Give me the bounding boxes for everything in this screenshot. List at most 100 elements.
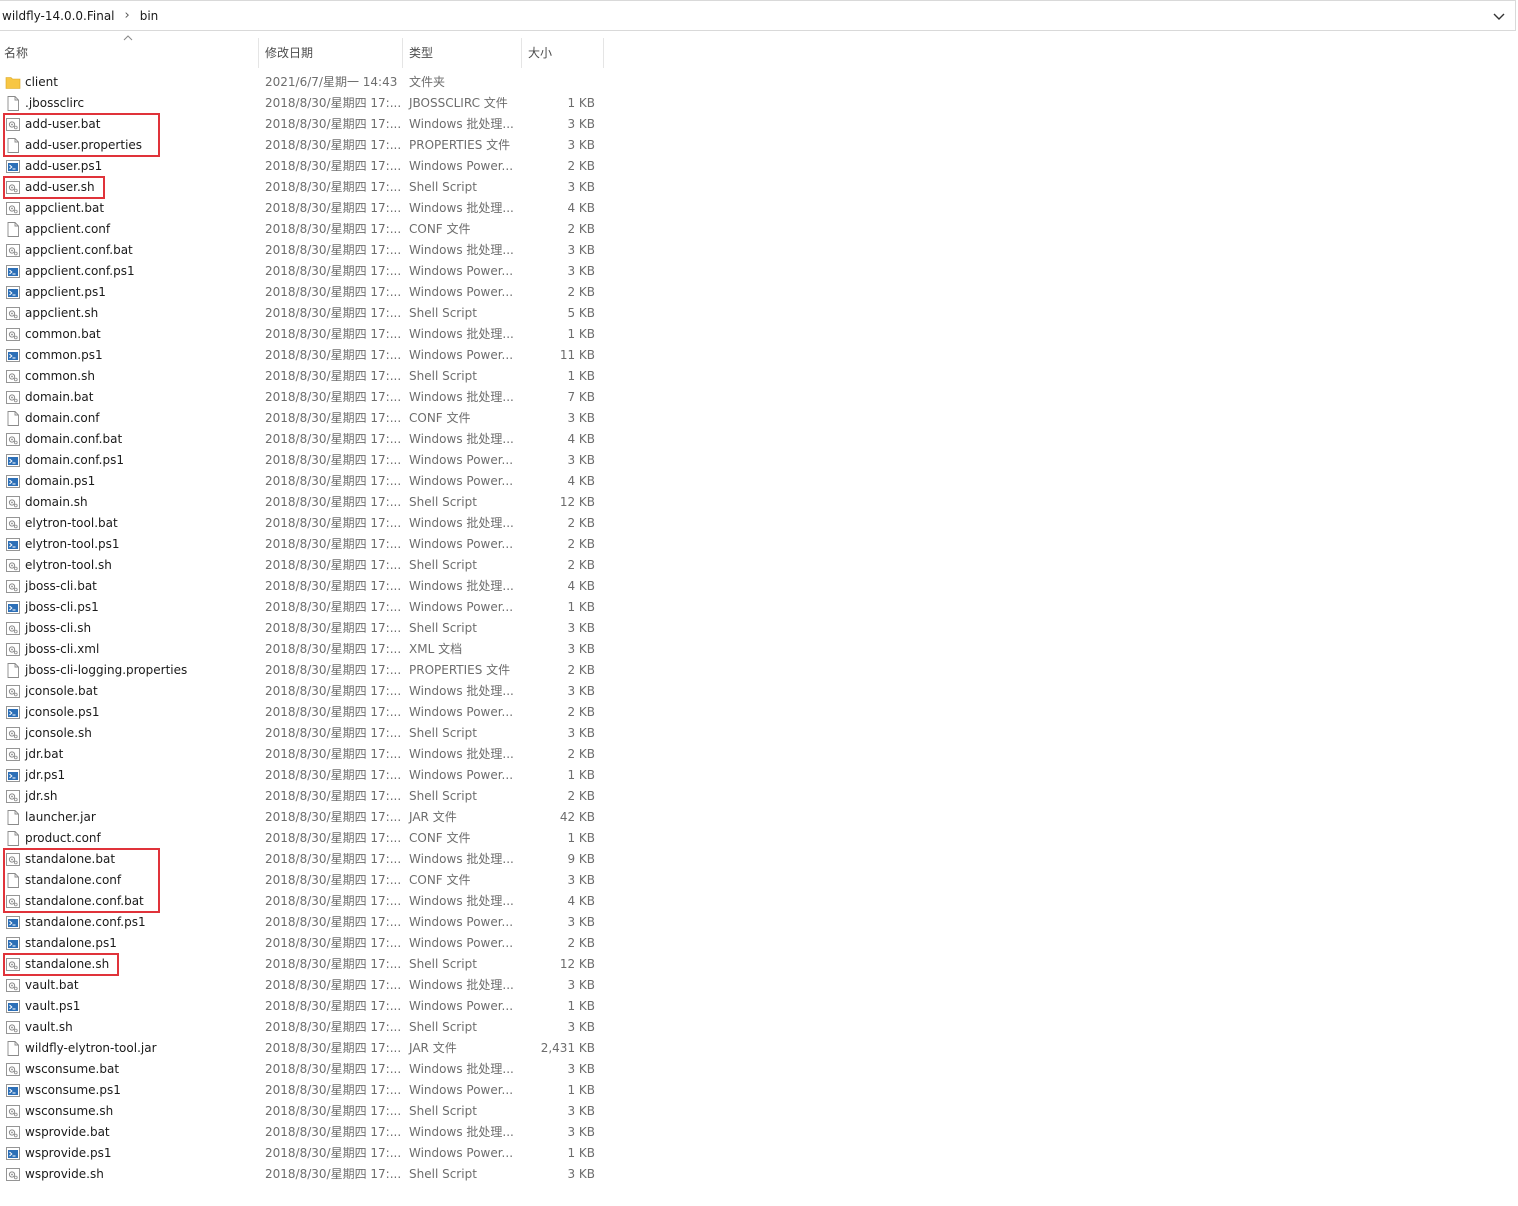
file-row[interactable]: standalone.conf.ps1 2018/8/30/星期四 17:... W… (0, 912, 604, 933)
file-row[interactable]: wsprovide.ps1 2018/8/30/星期四 17:... Windows… (0, 1143, 604, 1164)
file-row[interactable]: appclient.bat 2018/8/30/星期四 17:... Windows… (0, 198, 604, 219)
file-row[interactable]: jconsole.ps1 2018/8/30/星期四 17:... Windows … (0, 702, 604, 723)
file-row[interactable]: standalone.ps1 2018/8/30/星期四 17:... Window… (0, 933, 604, 954)
file-size: 1 KB (567, 369, 595, 383)
file-type: Windows 批处理... (409, 516, 514, 530)
file-row[interactable]: jboss-cli.xml 2018/8/30/星期四 17:... XML 文档 3… (0, 639, 604, 660)
file-row[interactable]: launcher.jar 2018/8/30/星期四 17:... JAR 文件 42… (0, 807, 604, 828)
file-name: wsprovide.sh (25, 1167, 104, 1181)
file-row[interactable]: jboss-cli-logging.properties 2018/8/30/星期… (0, 660, 604, 681)
file-row[interactable]: jboss-cli.bat 2018/8/30/星期四 17:... Windows… (0, 576, 604, 597)
column-header-size[interactable]: 大小 (522, 38, 604, 68)
file-row[interactable]: wsprovide.bat 2018/8/30/星期四 17:... Windows… (0, 1122, 604, 1143)
file-row[interactable]: add-user.ps1 2018/8/30/星期四 17:... Windows … (0, 156, 604, 177)
file-size: 2 KB (567, 747, 595, 761)
batch-file-icon (5, 200, 21, 217)
text-file-icon (5, 221, 21, 238)
file-row[interactable]: common.sh 2018/8/30/星期四 17:... Shell Scrip… (0, 366, 604, 387)
address-bar[interactable]: wildfly-14.0.0.Final › bin (0, 0, 1516, 31)
file-row[interactable]: jboss-cli.sh 2018/8/30/星期四 17:... Shell Sc… (0, 618, 604, 639)
breadcrumb-item-current[interactable]: bin (138, 9, 161, 23)
powershell-file-icon (5, 473, 21, 490)
file-row[interactable]: elytron-tool.sh 2018/8/30/星期四 17:... Shell… (0, 555, 604, 576)
file-date: 2018/8/30/星期四 17:... (265, 873, 402, 887)
file-row[interactable]: jboss-cli.ps1 2018/8/30/星期四 17:... Windows… (0, 597, 604, 618)
file-size: 1 KB (567, 999, 595, 1013)
file-date: 2018/8/30/星期四 17:... (265, 558, 402, 572)
file-name: jboss-cli.ps1 (25, 600, 99, 614)
file-size: 3 KB (567, 1062, 595, 1076)
file-row[interactable]: wsprovide.sh 2018/8/30/星期四 17:... Shell Sc… (0, 1164, 604, 1185)
file-row[interactable]: wsconsume.ps1 2018/8/30/星期四 17:... Windows… (0, 1080, 604, 1101)
file-row[interactable]: jconsole.bat 2018/8/30/星期四 17:... Windows … (0, 681, 604, 702)
file-row[interactable]: jdr.ps1 2018/8/30/星期四 17:... Windows Power… (0, 765, 604, 786)
file-row[interactable]: add-user.sh 2018/8/30/星期四 17:... Shell Scr… (0, 177, 604, 198)
powershell-file-icon (5, 536, 21, 553)
file-date: 2018/8/30/星期四 17:... (265, 180, 402, 194)
file-row[interactable]: domain.conf.ps1 2018/8/30/星期四 17:... Windo… (0, 450, 604, 471)
file-size: 3 KB (567, 684, 595, 698)
file-size: 9 KB (567, 852, 595, 866)
breadcrumb-item-root[interactable]: wildfly-14.0.0.Final (0, 9, 117, 23)
chevron-down-icon[interactable] (1491, 8, 1507, 24)
file-name: elytron-tool.ps1 (25, 537, 120, 551)
file-type: Windows Power... (409, 348, 514, 362)
file-name: jboss-cli-logging.properties (25, 663, 188, 677)
column-header-name[interactable]: 名称 (0, 38, 259, 68)
file-row[interactable]: add-user.bat 2018/8/30/星期四 17:... Windows … (0, 114, 604, 135)
text-file-icon (5, 1040, 21, 1057)
column-header-type[interactable]: 类型 (403, 38, 522, 68)
file-row[interactable]: domain.conf.bat 2018/8/30/星期四 17:... Windo… (0, 429, 604, 450)
file-row[interactable]: standalone.conf.bat 2018/8/30/星期四 17:... W… (0, 891, 604, 912)
file-date: 2018/8/30/星期四 17:... (265, 369, 402, 383)
file-row[interactable]: standalone.conf 2018/8/30/星期四 17:... CONF … (0, 870, 604, 891)
text-file-icon (5, 830, 21, 847)
file-date: 2018/8/30/星期四 17:... (265, 1167, 402, 1181)
file-row[interactable]: domain.sh 2018/8/30/星期四 17:... Shell Scrip… (0, 492, 604, 513)
file-row[interactable]: common.bat 2018/8/30/星期四 17:... Windows 批处… (0, 324, 604, 345)
file-row[interactable]: domain.ps1 2018/8/30/星期四 17:... Windows Po… (0, 471, 604, 492)
file-size: 2 KB (567, 705, 595, 719)
text-file-icon (5, 809, 21, 826)
file-row[interactable]: common.ps1 2018/8/30/星期四 17:... Windows Po… (0, 345, 604, 366)
file-date: 2018/8/30/星期四 17:... (265, 810, 402, 824)
file-size: 2 KB (567, 222, 595, 236)
file-row[interactable]: jdr.bat 2018/8/30/星期四 17:... Windows 批处理..… (0, 744, 604, 765)
file-row[interactable]: vault.sh 2018/8/30/星期四 17:... Shell Script… (0, 1017, 604, 1038)
file-date: 2018/8/30/星期四 17:... (265, 327, 402, 341)
file-type: 文件夹 (409, 75, 446, 89)
file-row[interactable]: standalone.bat 2018/8/30/星期四 17:... Window… (0, 849, 604, 870)
file-row[interactable]: domain.bat 2018/8/30/星期四 17:... Windows 批处… (0, 387, 604, 408)
file-row[interactable]: .jbossclirc 2018/8/30/星期四 17:... JBOSSCLIR… (0, 93, 604, 114)
file-row[interactable]: domain.conf 2018/8/30/星期四 17:... CONF 文件 3 … (0, 408, 604, 429)
file-row[interactable]: jdr.sh 2018/8/30/星期四 17:... Shell Script 2 … (0, 786, 604, 807)
file-row[interactable]: vault.ps1 2018/8/30/星期四 17:... Windows Pow… (0, 996, 604, 1017)
file-date: 2018/8/30/星期四 17:... (265, 1062, 402, 1076)
file-name: wsprovide.ps1 (25, 1146, 112, 1160)
file-row[interactable]: appclient.sh 2018/8/30/星期四 17:... Shell Sc… (0, 303, 604, 324)
file-row[interactable]: wildfly-elytron-tool.jar 2018/8/30/星期四 17… (0, 1038, 604, 1059)
file-row[interactable]: add-user.properties 2018/8/30/星期四 17:... P… (0, 135, 604, 156)
file-row[interactable]: elytron-tool.ps1 2018/8/30/星期四 17:... Wind… (0, 534, 604, 555)
file-date: 2018/8/30/星期四 17:... (265, 726, 402, 740)
file-type: Windows 批处理... (409, 201, 514, 215)
file-row[interactable]: wsconsume.bat 2018/8/30/星期四 17:... Windows… (0, 1059, 604, 1080)
file-name: wsconsume.bat (25, 1062, 120, 1076)
breadcrumb-separator-icon[interactable]: › (117, 8, 138, 23)
file-row[interactable]: vault.bat 2018/8/30/星期四 17:... Windows 批处理… (0, 975, 604, 996)
file-size: 11 KB (559, 348, 595, 362)
file-row[interactable]: client 2021/6/7/星期一 14:43 文件夹 (0, 72, 604, 93)
file-row[interactable]: standalone.sh 2018/8/30/星期四 17:... Shell S… (0, 954, 604, 975)
file-size: 3 KB (567, 117, 595, 131)
file-date: 2018/8/30/星期四 17:... (265, 411, 402, 425)
file-row[interactable]: appclient.conf.ps1 2018/8/30/星期四 17:... Wi… (0, 261, 604, 282)
batch-file-icon (5, 557, 21, 574)
column-header-date[interactable]: 修改日期 (259, 38, 403, 68)
file-row[interactable]: appclient.conf 2018/8/30/星期四 17:... CONF 文… (0, 219, 604, 240)
file-row[interactable]: product.conf 2018/8/30/星期四 17:... CONF 文件 1… (0, 828, 604, 849)
file-row[interactable]: appclient.ps1 2018/8/30/星期四 17:... Windows… (0, 282, 604, 303)
file-row[interactable]: appclient.conf.bat 2018/8/30/星期四 17:... Wi… (0, 240, 604, 261)
file-row[interactable]: elytron-tool.bat 2018/8/30/星期四 17:... Wind… (0, 513, 604, 534)
file-row[interactable]: wsconsume.sh 2018/8/30/星期四 17:... Shell Sc… (0, 1101, 604, 1122)
file-row[interactable]: jconsole.sh 2018/8/30/星期四 17:... Shell Scr… (0, 723, 604, 744)
